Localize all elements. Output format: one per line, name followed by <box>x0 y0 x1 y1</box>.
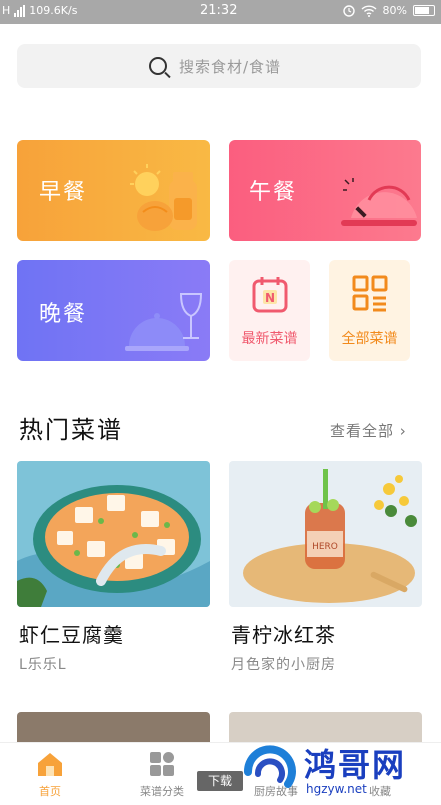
watermark-logo-icon <box>243 745 296 788</box>
tab-category[interactable]: 菜谱分类 <box>122 749 202 798</box>
new-recipes-button[interactable]: N 最新菜谱 <box>229 260 310 361</box>
dinner-icon <box>125 293 203 351</box>
download-button[interactable]: 下载 <box>197 771 243 791</box>
hot-recipes-title: 热门菜谱 <box>19 416 123 444</box>
alarm-icon <box>342 4 355 17</box>
dinner-label: 晚餐 <box>39 302 88 327</box>
recipe-image-peek[interactable] <box>229 712 422 742</box>
new-recipes-label: 最新菜谱 <box>241 331 298 347</box>
grid-list-icon <box>352 275 388 312</box>
search-bar[interactable]: 搜索食材/食谱 <box>17 44 421 88</box>
recipe-author: 月色家的小厨房 <box>231 657 336 673</box>
recipe-title[interactable]: 青柠冰红茶 <box>231 619 336 648</box>
category-icon <box>150 752 174 776</box>
watermark-url: hgzyw.net <box>306 782 367 796</box>
tab-home[interactable]: 首页 <box>10 749 90 798</box>
watermark: 鸿哥网 hgzyw.net <box>238 740 438 802</box>
recipe-image-peek[interactable] <box>17 712 210 742</box>
home-icon <box>38 753 62 776</box>
network-type: H <box>2 4 11 17</box>
clock: 21:32 <box>200 3 238 18</box>
wifi-icon <box>361 4 377 17</box>
lunch-card[interactable]: 午餐 <box>229 140 421 241</box>
lunch-label: 午餐 <box>249 180 298 205</box>
signal-icon <box>14 4 26 17</box>
svg-text:N: N <box>265 291 275 305</box>
recipe-title[interactable]: 虾仁豆腐羹 <box>19 619 124 648</box>
recipe-image-shrimp-tofu[interactable] <box>17 461 210 607</box>
recipe-author: L乐乐L <box>19 657 67 673</box>
all-recipes-label: 全部菜谱 <box>341 331 398 347</box>
breakfast-label: 早餐 <box>39 180 88 205</box>
lunch-icon <box>341 178 417 226</box>
view-all-link[interactable]: 查看全部 › <box>330 420 407 441</box>
all-recipes-button[interactable]: 全部菜谱 <box>329 260 410 361</box>
watermark-brand: 鸿哥网 <box>304 746 407 784</box>
breakfast-card[interactable]: 早餐 <box>17 140 210 241</box>
calendar-icon: N <box>252 277 288 313</box>
search-icon <box>149 57 167 75</box>
svg-text:HERO: HERO <box>312 542 338 552</box>
recipe-image-lime-tea[interactable]: HERO <box>229 461 422 607</box>
search-placeholder: 搜索食材/食谱 <box>179 58 282 76</box>
breakfast-icon <box>130 164 197 231</box>
battery-percent: 80% <box>382 4 407 17</box>
battery-icon <box>413 5 435 16</box>
tab-category-label: 菜谱分类 <box>140 785 184 798</box>
dinner-card[interactable]: 晚餐 <box>17 260 210 361</box>
tab-home-label: 首页 <box>39 785 61 798</box>
status-bar: H 109.6K/s 21:32 80% <box>0 0 441 24</box>
network-speed: 109.6K/s <box>29 4 78 17</box>
